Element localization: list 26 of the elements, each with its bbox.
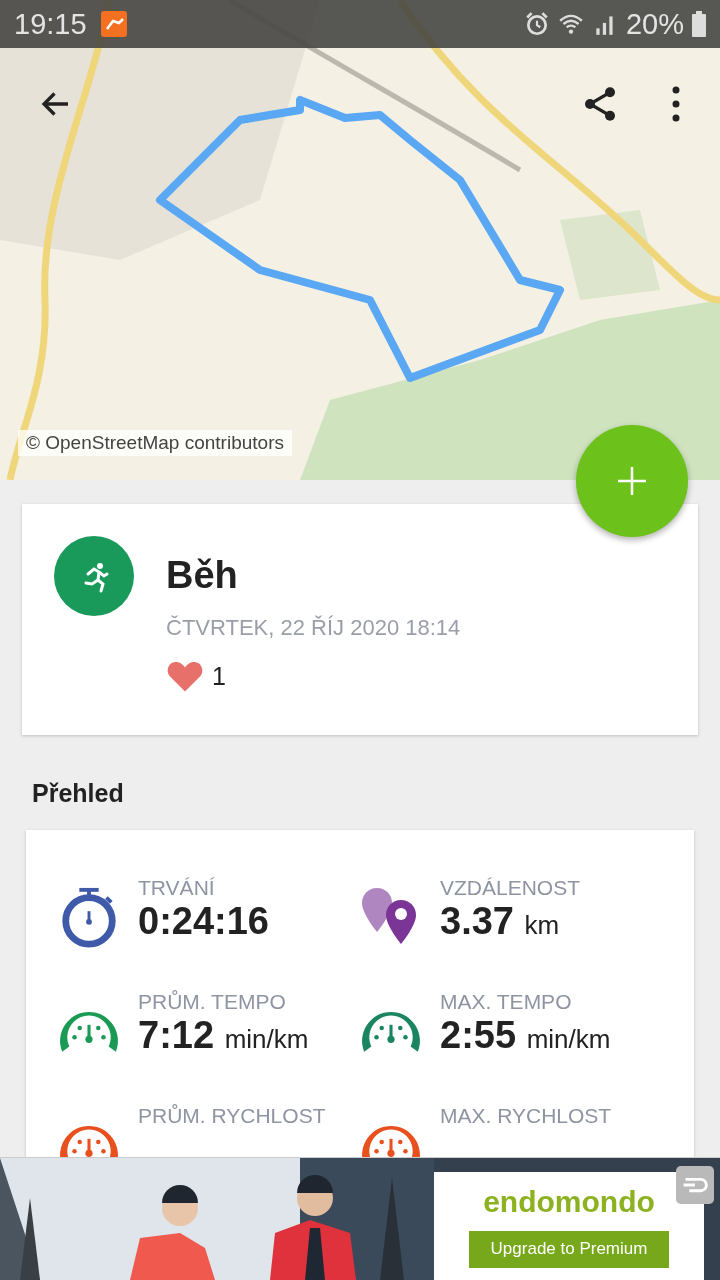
alarm-icon [523,11,550,37]
brand-logo: endomondo [483,1184,655,1219]
stat-label: PRŮM. TEMPO [138,990,287,1014]
stat-value: 2:55 min/km [440,1014,611,1057]
section-title: Přehled [32,779,125,808]
activity-title: Běh [166,554,239,597]
stat-value: 0:24:16 [138,900,269,943]
upgrade-button[interactable]: Upgrade to Premium [469,1230,669,1268]
stat-label: MAX. TEMPO [440,990,573,1014]
map-attribution: © OpenStreetMap contributors [18,430,292,456]
battery-percent: 20% [625,7,684,41]
stat-value: 7:12 min/km [138,1014,309,1057]
status-time: 19:15 [14,7,87,41]
running-icon [54,536,134,616]
stat-label: MAX. RYCHLOST [440,1104,612,1128]
stat-label: TRVÁNÍ [138,876,216,900]
like-count: 1 [212,661,226,691]
app-notification-icon [100,11,127,37]
heart-icon [166,659,204,693]
activity-date: ČTVRTEK, 22 ŘÍJ 2020 18:14 [166,615,461,641]
stat-label: VZDÁLENOST [440,876,581,900]
stat-value: 3.37 km [440,900,561,943]
stat-label: PRŮM. RYCHLOST [138,1104,326,1128]
battery-icon [692,11,706,37]
more-options-button[interactable] [671,86,681,122]
plus-icon [617,466,647,496]
